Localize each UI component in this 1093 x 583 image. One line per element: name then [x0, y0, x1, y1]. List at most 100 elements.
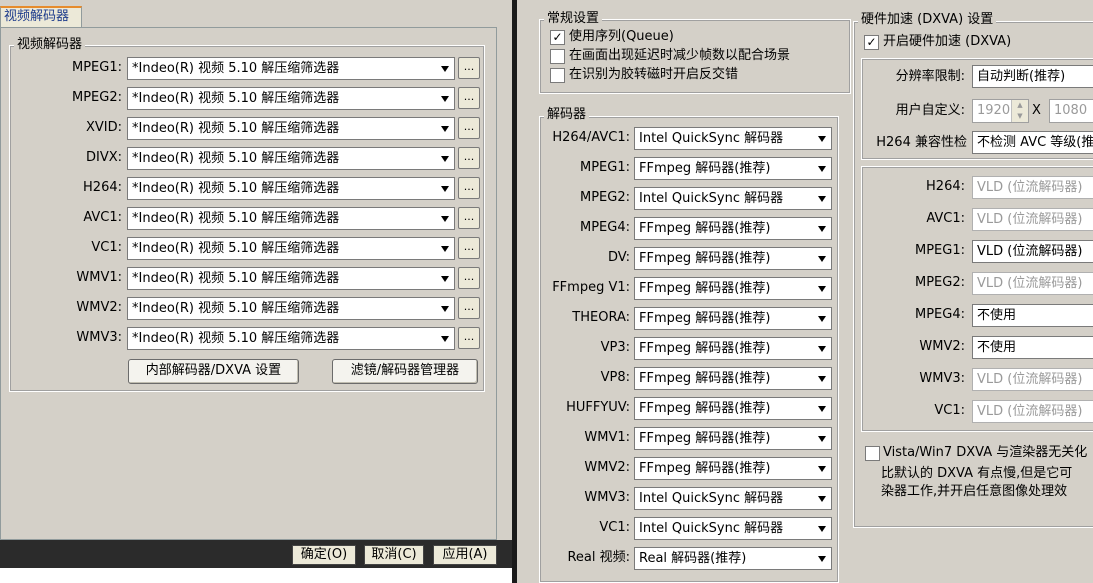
- chevron-down-icon[interactable]: [435, 88, 454, 109]
- h264-compat-select[interactable]: 不检测 AVC 等级(推: [972, 131, 1093, 154]
- decoder-select[interactable]: FFmpeg 解码器(推荐): [634, 277, 832, 300]
- chevron-down-icon[interactable]: [435, 148, 454, 169]
- decoder-select[interactable]: *Indeo(R) 视频 5.10 解压缩筛选器: [127, 87, 455, 110]
- chevron-down-icon[interactable]: [435, 298, 454, 319]
- custom-height-input[interactable]: 1080: [1049, 99, 1093, 123]
- apply-button[interactable]: 应用(A): [433, 545, 497, 565]
- general-checkbox[interactable]: [550, 68, 565, 83]
- general-checkbox[interactable]: [550, 49, 565, 64]
- dxva-codec-select[interactable]: VLD (位流解码器): [972, 272, 1093, 295]
- decoder-options-button[interactable]: ...: [458, 57, 480, 79]
- chevron-down-icon[interactable]: [812, 128, 831, 149]
- decoder-select-value: Intel QuickSync 解码器: [639, 191, 784, 206]
- dxva-codec-select[interactable]: 不使用: [972, 304, 1093, 327]
- decoder-options-button[interactable]: ...: [458, 297, 480, 319]
- decoder-select[interactable]: Intel QuickSync 解码器: [634, 517, 832, 540]
- decoder-select[interactable]: FFmpeg 解码器(推荐): [634, 427, 832, 450]
- vista-dxva-checkbox[interactable]: [865, 446, 880, 461]
- decoder-options-button[interactable]: ...: [458, 267, 480, 289]
- decoder-select[interactable]: FFmpeg 解码器(推荐): [634, 217, 832, 240]
- chevron-down-icon[interactable]: [812, 308, 831, 329]
- chevron-down-icon[interactable]: [812, 548, 831, 569]
- chevron-down-icon[interactable]: [812, 188, 831, 209]
- decoder-select[interactable]: Intel QuickSync 解码器: [634, 127, 832, 150]
- custom-width-input[interactable]: 1920 ▲ ▼: [972, 99, 1029, 123]
- chevron-down-icon[interactable]: [435, 58, 454, 79]
- decoder-select[interactable]: *Indeo(R) 视频 5.10 解压缩筛选器: [127, 207, 455, 230]
- decoder-options-button[interactable]: ...: [458, 237, 480, 259]
- decoder-options-button[interactable]: ...: [458, 117, 480, 139]
- decoder-select[interactable]: *Indeo(R) 视频 5.10 解压缩筛选器: [127, 117, 455, 140]
- decoder-select[interactable]: *Indeo(R) 视频 5.10 解压缩筛选器: [127, 177, 455, 200]
- chevron-down-icon[interactable]: [812, 278, 831, 299]
- internal-decoder-dxva-button[interactable]: 内部解码器/DXVA 设置: [128, 359, 299, 384]
- chevron-down-icon[interactable]: [435, 268, 454, 289]
- decoder-select[interactable]: *Indeo(R) 视频 5.10 解压缩筛选器: [127, 147, 455, 170]
- dxva-codec-select[interactable]: 不使用: [972, 336, 1093, 359]
- general-checkbox-label: 在画面出现延迟时减少帧数以配合场景: [569, 48, 791, 63]
- cancel-button[interactable]: 取消(C): [364, 545, 424, 565]
- resolution-limit-select[interactable]: 自动判断(推荐): [972, 65, 1093, 88]
- chevron-down-icon[interactable]: [812, 218, 831, 239]
- chevron-down-icon[interactable]: [812, 158, 831, 179]
- chevron-down-icon[interactable]: [812, 248, 831, 269]
- decoder-select[interactable]: FFmpeg 解码器(推荐): [634, 247, 832, 270]
- decoder-row-label: WMV1:: [76, 270, 122, 285]
- decoder-select[interactable]: *Indeo(R) 视频 5.10 解压缩筛选器: [127, 297, 455, 320]
- decoder-options-button[interactable]: ...: [458, 177, 480, 199]
- ok-button[interactable]: 确定(O): [292, 545, 356, 565]
- decoder-row-label: WMV2:: [76, 300, 122, 315]
- chevron-down-icon[interactable]: [435, 208, 454, 229]
- decoder-options-button[interactable]: ...: [458, 87, 480, 109]
- dxva-codec-select[interactable]: VLD (位流解码器): [972, 368, 1093, 391]
- dxva-codec-select[interactable]: VLD (位流解码器): [972, 176, 1093, 199]
- chevron-down-icon[interactable]: [812, 398, 831, 419]
- width-spin-arrows-icon[interactable]: ▲ ▼: [1011, 100, 1028, 122]
- decoder-select[interactable]: Intel QuickSync 解码器: [634, 187, 832, 210]
- decoder-select[interactable]: FFmpeg 解码器(推荐): [634, 367, 832, 390]
- decoder-options-button[interactable]: ...: [458, 327, 480, 349]
- decoder-select[interactable]: FFmpeg 解码器(推荐): [634, 337, 832, 360]
- decoder-options-button[interactable]: ...: [458, 147, 480, 169]
- decoder-select[interactable]: FFmpeg 解码器(推荐): [634, 457, 832, 480]
- decoder-select[interactable]: *Indeo(R) 视频 5.10 解压缩筛选器: [127, 327, 455, 350]
- chevron-down-icon[interactable]: [812, 518, 831, 539]
- tab-video-decoders[interactable]: 视频解码器: [0, 6, 82, 28]
- decoder-select-value: FFmpeg 解码器(推荐): [639, 461, 771, 476]
- chevron-down-icon[interactable]: [812, 488, 831, 509]
- decoder-select[interactable]: Intel QuickSync 解码器: [634, 487, 832, 510]
- chevron-down-icon[interactable]: [812, 338, 831, 359]
- decoder-select[interactable]: *Indeo(R) 视频 5.10 解压缩筛选器: [127, 237, 455, 260]
- chevron-down-icon[interactable]: [812, 458, 831, 479]
- chevron-down-icon[interactable]: [435, 178, 454, 199]
- decoder-select[interactable]: FFmpeg 解码器(推荐): [634, 307, 832, 330]
- chevron-down-icon[interactable]: [435, 238, 454, 259]
- decoder-select-value: FFmpeg 解码器(推荐): [639, 341, 771, 356]
- decoder-row-label: WMV1:: [584, 430, 630, 445]
- dxva-codec-select[interactable]: VLD (位流解码器): [972, 208, 1093, 231]
- chevron-down-icon[interactable]: [435, 328, 454, 349]
- decoder-select[interactable]: FFmpeg 解码器(推荐): [634, 397, 832, 420]
- dxva-codec-select[interactable]: VLD (位流解码器): [972, 400, 1093, 423]
- decoder-select[interactable]: FFmpeg 解码器(推荐): [634, 157, 832, 180]
- chevron-down-icon[interactable]: [812, 428, 831, 449]
- decoder-select[interactable]: Real 解码器(推荐): [634, 547, 832, 570]
- decoder-select[interactable]: *Indeo(R) 视频 5.10 解压缩筛选器: [127, 57, 455, 80]
- general-checkbox[interactable]: ✓: [550, 30, 565, 45]
- decoder-row-label: MPEG1:: [580, 160, 630, 175]
- filter-manager-button[interactable]: 滤镜/解码器管理器: [332, 359, 478, 384]
- dxva-codec-select[interactable]: VLD (位流解码器): [972, 240, 1093, 263]
- decoder-row-label: MPEG2:: [580, 190, 630, 205]
- enable-dxva-checkbox[interactable]: ✓: [864, 35, 879, 50]
- chevron-down-icon[interactable]: [812, 368, 831, 389]
- decoder-select-value: *Indeo(R) 视频 5.10 解压缩筛选器: [132, 121, 340, 136]
- general-settings-title: 常规设置: [544, 11, 603, 26]
- h264-compat-label: H264 兼容性检: [876, 135, 967, 150]
- decoder-select-value: FFmpeg 解码器(推荐): [639, 161, 771, 176]
- decoder-row-label: MPEG1:: [72, 60, 122, 75]
- decoder-options-button[interactable]: ...: [458, 207, 480, 229]
- decoder-select[interactable]: *Indeo(R) 视频 5.10 解压缩筛选器: [127, 267, 455, 290]
- custom-height-value: 1080: [1054, 103, 1088, 118]
- chevron-down-icon[interactable]: [435, 118, 454, 139]
- general-checkbox-label: 在识别为胶转磁时开启反交错: [569, 67, 739, 82]
